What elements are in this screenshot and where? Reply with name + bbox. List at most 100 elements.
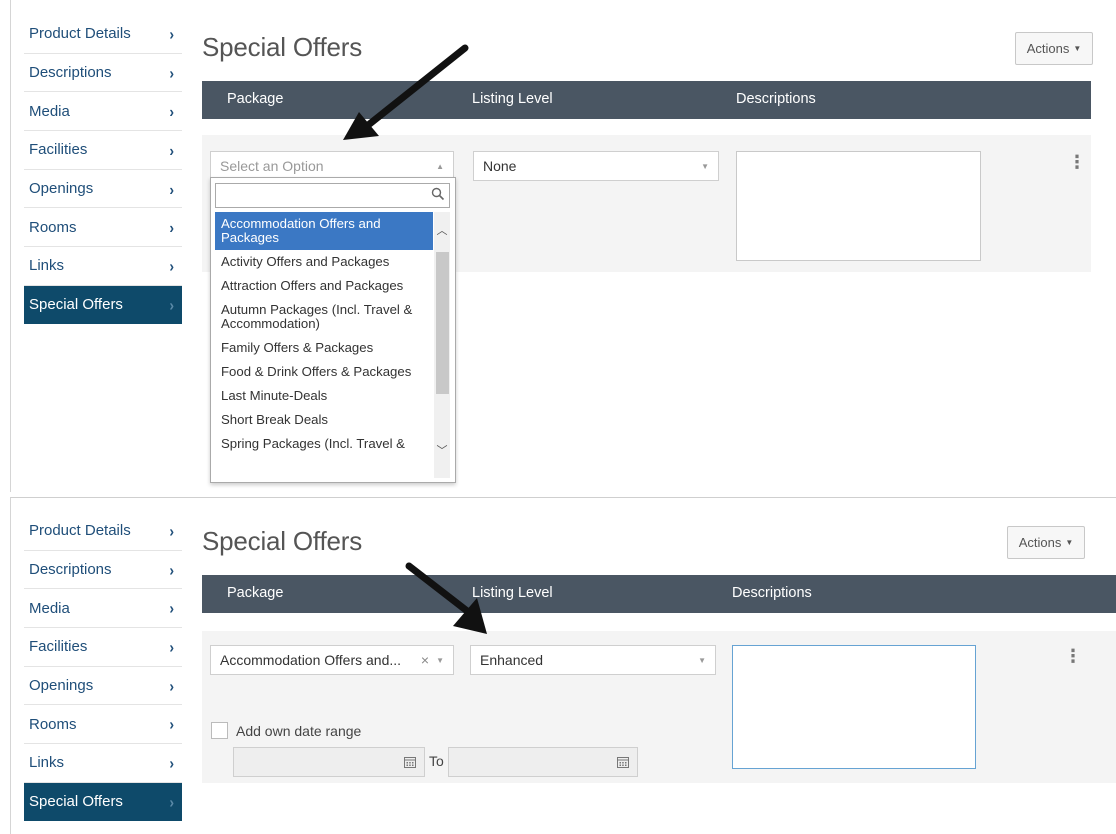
dropdown-options-list: Accommodation Offers and Packages Activi… <box>215 212 433 456</box>
search-icon <box>431 187 445 201</box>
dropdown-option[interactable]: Activity Offers and Packages <box>215 250 433 274</box>
descriptions-textarea[interactable] <box>732 645 976 769</box>
dropdown-option[interactable]: Attraction Offers and Packages <box>215 274 433 298</box>
sidebar-item-label: Links <box>29 754 65 772</box>
column-header-package: Package <box>227 91 284 107</box>
sidebar-item-descriptions[interactable]: Descriptions › <box>24 54 182 93</box>
listing-level-value: Enhanced <box>480 652 544 668</box>
dropdown-option[interactable]: Last Minute-Deals <box>215 384 433 408</box>
actions-button-label: Actions <box>1026 41 1070 56</box>
dropdown-option[interactable]: Short Break Deals <box>215 408 433 432</box>
sidebar-item-facilities[interactable]: Facilities › <box>24 628 182 667</box>
dropdown-search-input[interactable] <box>215 183 450 208</box>
caret-down-icon: ▼ <box>436 656 444 665</box>
sidebar-item-rooms[interactable]: Rooms › <box>24 705 182 745</box>
column-header-descriptions: Descriptions <box>732 585 812 601</box>
package-select-placeholder: Select an Option <box>220 158 324 174</box>
caret-down-icon: ▼ <box>701 162 709 171</box>
sidebar-item-label: Special Offers <box>29 296 123 314</box>
dropdown-option[interactable]: Food & Drink Offers & Packages <box>215 360 433 384</box>
clear-icon[interactable]: × <box>421 652 429 668</box>
date-to-label: To <box>429 753 444 769</box>
actions-button[interactable]: Actions ▼ <box>1015 32 1093 65</box>
chevron-down-icon[interactable]: ﹀ <box>434 442 450 460</box>
column-header-package: Package <box>227 585 284 601</box>
sidebar-item-special-offers[interactable]: Special Offers › <box>24 782 182 821</box>
dropdown-option[interactable]: Spring Packages (Incl. Travel & <box>215 432 433 456</box>
sidebar-nav: Product Details › Descriptions › Media › Fa… <box>24 512 182 821</box>
sidebar-item-links[interactable]: Links › <box>24 247 182 286</box>
annotation-arrow-icon <box>343 44 469 140</box>
chevron-right-icon: › <box>169 521 174 541</box>
chevron-right-icon: › <box>169 63 174 82</box>
calendar-icon[interactable] <box>404 756 416 768</box>
date-range-checkbox[interactable] <box>211 722 228 739</box>
sidebar-item-label: Product Details <box>29 522 131 540</box>
sidebar-item-label: Special Offers <box>29 793 123 811</box>
dropdown-option[interactable]: Family Offers & Packages <box>215 336 433 360</box>
sidebar-item-label: Openings <box>29 180 94 198</box>
sidebar-item-media[interactable]: Media › <box>24 92 182 132</box>
sidebar-item-label: Facilities <box>29 141 88 159</box>
chevron-right-icon: › <box>169 140 174 160</box>
sidebar-item-facilities[interactable]: Facilities › <box>24 131 182 170</box>
dropdown-option[interactable]: Autumn Packages (Incl. Travel & Accommod… <box>215 298 433 336</box>
sidebar-item-rooms[interactable]: Rooms › <box>24 208 182 248</box>
caret-down-icon: ▼ <box>1065 538 1074 547</box>
chevron-right-icon: › <box>169 256 174 276</box>
chevron-right-icon: › <box>169 560 174 579</box>
annotation-arrow-icon <box>405 562 487 634</box>
sidebar-item-special-offers[interactable]: Special Offers › <box>24 285 182 324</box>
scrollbar-thumb[interactable] <box>436 252 449 394</box>
sidebar-item-openings[interactable]: Openings › <box>24 667 182 706</box>
sidebar-item-product-details[interactable]: Product Details › <box>24 15 182 54</box>
chevron-right-icon: › <box>169 792 174 812</box>
top-screenshot-panel: Product Details › Descriptions › Media › Fa… <box>10 0 1116 492</box>
chevron-right-icon: › <box>169 179 174 198</box>
dropdown-scrollbar[interactable]: ︿ ﹀ <box>434 212 450 478</box>
sidebar-item-label: Media <box>29 599 70 617</box>
more-options-icon[interactable]: ⋮ <box>1068 153 1086 171</box>
caret-up-icon: ▲ <box>436 162 444 171</box>
sidebar-item-label: Media <box>29 102 70 120</box>
sidebar-item-descriptions[interactable]: Descriptions › <box>24 551 182 590</box>
listing-level-select[interactable]: Enhanced ▼ <box>470 645 716 675</box>
date-from-input[interactable] <box>233 747 425 777</box>
listing-level-select[interactable]: None ▼ <box>473 151 719 181</box>
sidebar-item-product-details[interactable]: Product Details › <box>24 512 182 551</box>
sidebar-item-label: Rooms <box>29 715 77 733</box>
sidebar-item-label: Links <box>29 257 65 275</box>
date-to-input[interactable] <box>448 747 638 777</box>
descriptions-textarea[interactable] <box>736 151 981 261</box>
column-header-descriptions: Descriptions <box>736 91 816 107</box>
package-select[interactable]: Accommodation Offers and... × ▼ <box>210 645 454 675</box>
page-title: Special Offers <box>202 526 363 556</box>
chevron-right-icon: › <box>169 102 174 121</box>
sidebar-item-label: Openings <box>29 677 94 695</box>
chevron-right-icon: › <box>169 218 174 237</box>
date-range-label: Add own date range <box>236 723 362 739</box>
sidebar-item-label: Product Details <box>29 25 131 43</box>
sidebar-item-label: Descriptions <box>29 561 112 579</box>
more-options-icon[interactable]: ⋮ <box>1064 647 1082 665</box>
sidebar-item-label: Descriptions <box>29 64 112 82</box>
caret-down-icon: ▼ <box>698 656 706 665</box>
bottom-screenshot-panel: Product Details › Descriptions › Media › Fa… <box>10 497 1116 834</box>
sidebar-item-openings[interactable]: Openings › <box>24 170 182 209</box>
actions-button-label: Actions <box>1018 535 1062 550</box>
sidebar-item-media[interactable]: Media › <box>24 589 182 629</box>
chevron-right-icon: › <box>169 24 174 44</box>
chevron-right-icon: › <box>169 599 174 618</box>
column-header-listing-level: Listing Level <box>472 91 553 107</box>
chevron-up-icon[interactable]: ︿ <box>434 222 450 240</box>
chevron-right-icon: › <box>169 295 174 315</box>
calendar-icon[interactable] <box>617 756 629 768</box>
offer-row: Accommodation Offers and... × ▼ Enhanced… <box>202 631 1116 783</box>
chevron-right-icon: › <box>169 753 174 773</box>
actions-button[interactable]: Actions ▼ <box>1007 526 1085 559</box>
package-dropdown: Accommodation Offers and Packages Activi… <box>210 177 456 483</box>
table-header: Package Listing Level Descriptions <box>202 575 1116 613</box>
sidebar-item-links[interactable]: Links › <box>24 744 182 783</box>
dropdown-option[interactable]: Accommodation Offers and Packages <box>215 212 433 250</box>
listing-level-value: None <box>483 158 517 174</box>
